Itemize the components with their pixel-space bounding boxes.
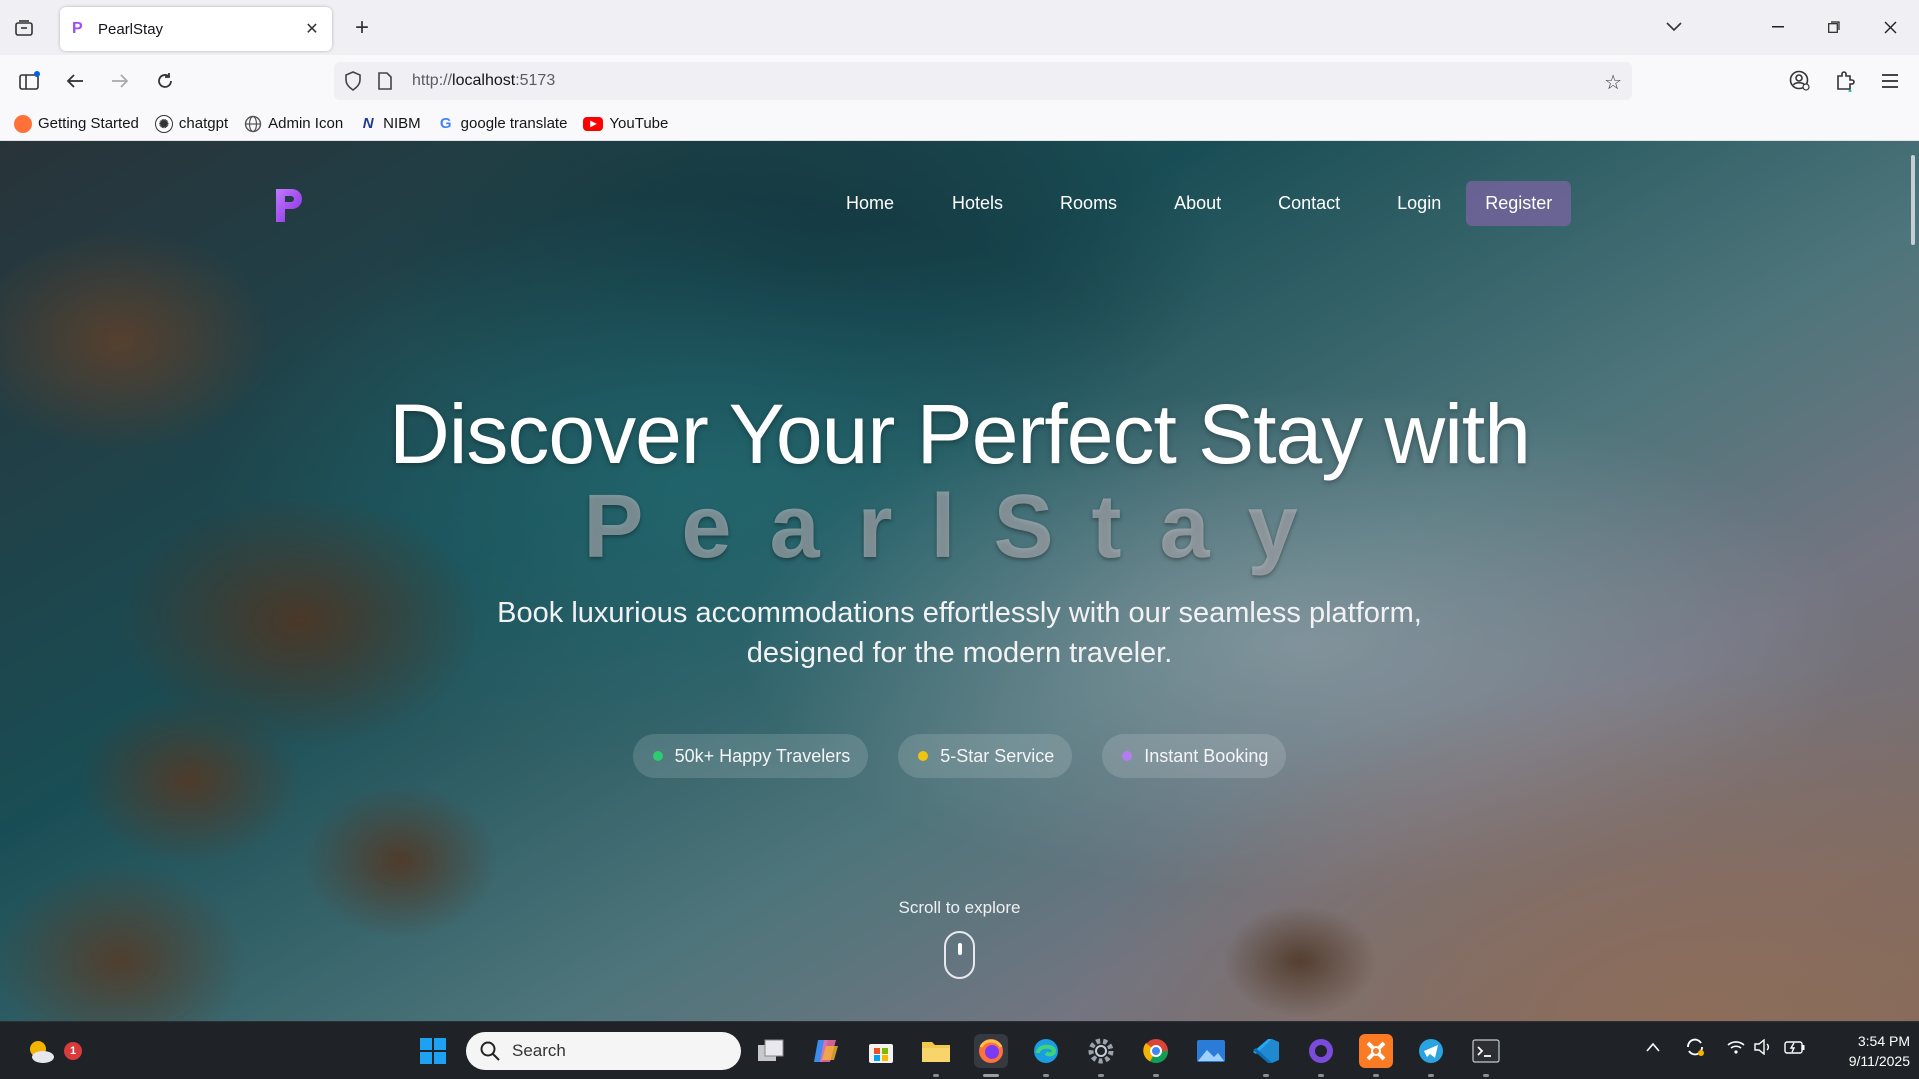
notification-badge: 1: [64, 1042, 82, 1060]
bookmark-star-icon[interactable]: ☆: [1604, 70, 1622, 95]
bookmark-chatgpt[interactable]: ✺ chatgpt: [154, 114, 229, 133]
taskbar-search[interactable]: Search: [466, 1032, 741, 1070]
bookmark-label: Admin Icon: [268, 115, 344, 132]
copilot-icon[interactable]: [809, 1034, 843, 1068]
extensions-icon[interactable]: [1831, 67, 1859, 95]
windows-taskbar: 1 Search 3:54 PM 9/11/2025: [0, 1021, 1919, 1079]
hero-subtitle-line1: Book luxurious accommodations effortless…: [497, 597, 1422, 629]
mouse-wheel: [958, 943, 962, 955]
photos-icon[interactable]: [1194, 1034, 1228, 1068]
purple-dot-icon: [1122, 751, 1133, 761]
file-explorer-icon[interactable]: [919, 1034, 953, 1077]
pill-label: 50k+ Happy Travelers: [674, 745, 851, 766]
firefox-icon: [14, 114, 32, 133]
green-dot-icon: [652, 751, 663, 761]
scroll-hint: Scroll to explore: [898, 898, 1021, 917]
telegram-icon[interactable]: [1414, 1034, 1448, 1077]
page-viewport: Home Hotels Rooms About Contact Login Re…: [0, 141, 1919, 1021]
weather-widget-icon[interactable]: 1: [24, 1034, 82, 1068]
pill-label: 5-Star Service: [940, 745, 1055, 766]
url-text[interactable]: http://localhost:5173: [412, 72, 555, 90]
pill-instant-booking: Instant Booking: [1102, 734, 1287, 778]
hero-brand-name: PearlStay: [583, 477, 1336, 577]
url-port: :5173: [515, 72, 556, 89]
new-tab-icon[interactable]: +: [348, 14, 376, 42]
firefox-taskbar-icon[interactable]: [974, 1034, 1008, 1077]
hero-title: Discover Your Perfect Stay with: [389, 387, 1531, 481]
tab-title: PearlStay: [98, 20, 164, 38]
bookmark-admin-icon[interactable]: Admin Icon: [244, 115, 343, 133]
list-all-tabs-chevron-icon[interactable]: [1654, 12, 1694, 42]
reload-icon[interactable]: [151, 67, 179, 95]
back-icon[interactable]: [61, 67, 89, 95]
vscode-icon[interactable]: [1249, 1034, 1283, 1077]
xampp-icon[interactable]: [1359, 1034, 1393, 1077]
account-icon[interactable]: [1786, 67, 1814, 95]
pill-happy-travelers: 50k+ Happy Travelers: [632, 734, 869, 778]
sidebar-toggle-icon[interactable]: [16, 67, 44, 95]
task-view-icon[interactable]: [754, 1034, 788, 1068]
restore-icon[interactable]: [1814, 12, 1854, 42]
volume-icon[interactable]: [1753, 1038, 1773, 1060]
pill-label: Instant Booking: [1144, 745, 1269, 766]
github-desktop-icon[interactable]: [1304, 1034, 1338, 1077]
bookmarks-toolbar: Getting Started ✺ chatgpt Admin Icon N N…: [0, 107, 1919, 141]
active-tab[interactable]: P PearlStay ✕: [60, 7, 332, 51]
battery-icon[interactable]: [1784, 1039, 1806, 1060]
browser-nav-bar: http://localhost:5173 ☆: [0, 55, 1919, 107]
hero-subtitle-line2: designed for the modern traveler.: [746, 637, 1173, 669]
tracking-protection-shield-icon[interactable]: [344, 71, 364, 91]
scroll-mouse-icon[interactable]: [944, 931, 975, 979]
google-icon: G: [439, 115, 452, 132]
pill-five-star-service: 5-Star Service: [898, 734, 1073, 778]
feature-pills: 50k+ Happy Travelers 5-Star Service Inst…: [0, 734, 1919, 778]
system-clock[interactable]: 3:54 PM 9/11/2025: [1820, 1031, 1910, 1071]
clock-time: 3:54 PM: [1857, 1033, 1910, 1049]
bookmark-label: Getting Started: [38, 115, 139, 132]
page-info-icon[interactable]: [378, 72, 396, 90]
search-icon: [480, 1041, 500, 1061]
bookmark-label: YouTube: [609, 115, 669, 132]
terminal-icon[interactable]: [1469, 1034, 1503, 1077]
hero-section: Discover Your Perfect Stay with PearlSta…: [0, 141, 1919, 1021]
url-host: localhost: [452, 72, 516, 89]
bookmark-nibm[interactable]: N NIBM: [359, 115, 421, 133]
clock-date: 9/11/2025: [1848, 1053, 1910, 1069]
search-placeholder: Search: [512, 1041, 566, 1060]
windows-start-icon[interactable]: [416, 1034, 450, 1068]
bookmark-label: NIBM: [383, 115, 421, 132]
microsoft-store-icon[interactable]: [864, 1034, 898, 1068]
browser-tab-bar: P PearlStay ✕ +: [0, 0, 1919, 55]
hero-subtitle: Book luxurious accommodations effortless…: [460, 593, 1459, 673]
url-scheme: http://: [412, 72, 453, 89]
forward-icon[interactable]: [106, 67, 134, 95]
tab-list-icon[interactable]: [10, 14, 38, 42]
bookmark-google-translate[interactable]: G google translate: [437, 115, 568, 133]
youtube-icon: ▶: [583, 116, 604, 131]
wifi-icon[interactable]: [1726, 1039, 1746, 1060]
sync-icon[interactable]: [1684, 1036, 1706, 1063]
yellow-dot-icon: [918, 751, 929, 761]
settings-gear-icon[interactable]: [1084, 1034, 1118, 1077]
minimize-icon[interactable]: [1758, 12, 1798, 42]
chatgpt-icon: ✺: [154, 114, 173, 133]
show-hidden-icons-chevron-icon[interactable]: [1646, 1039, 1660, 1057]
bookmark-getting-started[interactable]: Getting Started: [14, 114, 139, 133]
globe-icon: [244, 115, 262, 133]
pearlstay-favicon-icon: P: [72, 20, 83, 37]
bookmark-label: chatgpt: [178, 115, 229, 132]
bookmark-youtube[interactable]: ▶ YouTube: [583, 115, 668, 132]
menu-hamburger-icon[interactable]: [1876, 67, 1904, 95]
chrome-icon[interactable]: [1139, 1034, 1173, 1077]
nibm-icon: N: [362, 115, 374, 132]
close-tab-icon[interactable]: ✕: [302, 19, 322, 39]
address-bar[interactable]: http://localhost:5173 ☆: [334, 62, 1632, 100]
close-window-icon[interactable]: [1870, 12, 1910, 42]
page-scrollbar[interactable]: [1911, 155, 1915, 245]
bookmark-label: google translate: [460, 115, 568, 132]
edge-icon[interactable]: [1029, 1034, 1063, 1077]
